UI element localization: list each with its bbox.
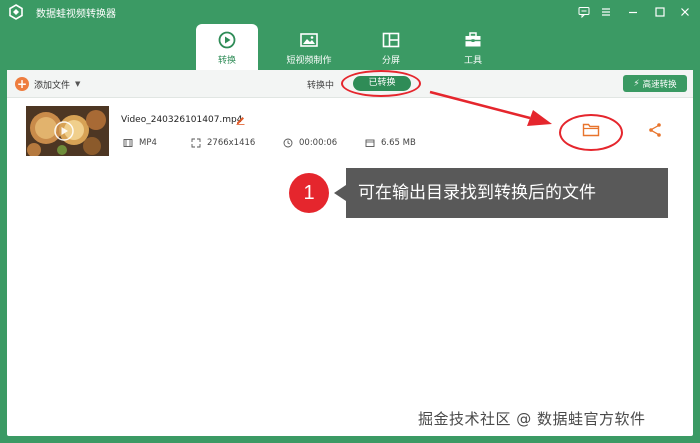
annotation-callout: 可在输出目录找到转换后的文件: [346, 168, 668, 218]
annotation-arrow: [429, 90, 552, 126]
callout-pointer: [334, 185, 346, 201]
watermark: 掘金技术社区 @ 数据蛙官方软件: [418, 410, 646, 428]
step-number-badge: 1: [289, 173, 329, 213]
